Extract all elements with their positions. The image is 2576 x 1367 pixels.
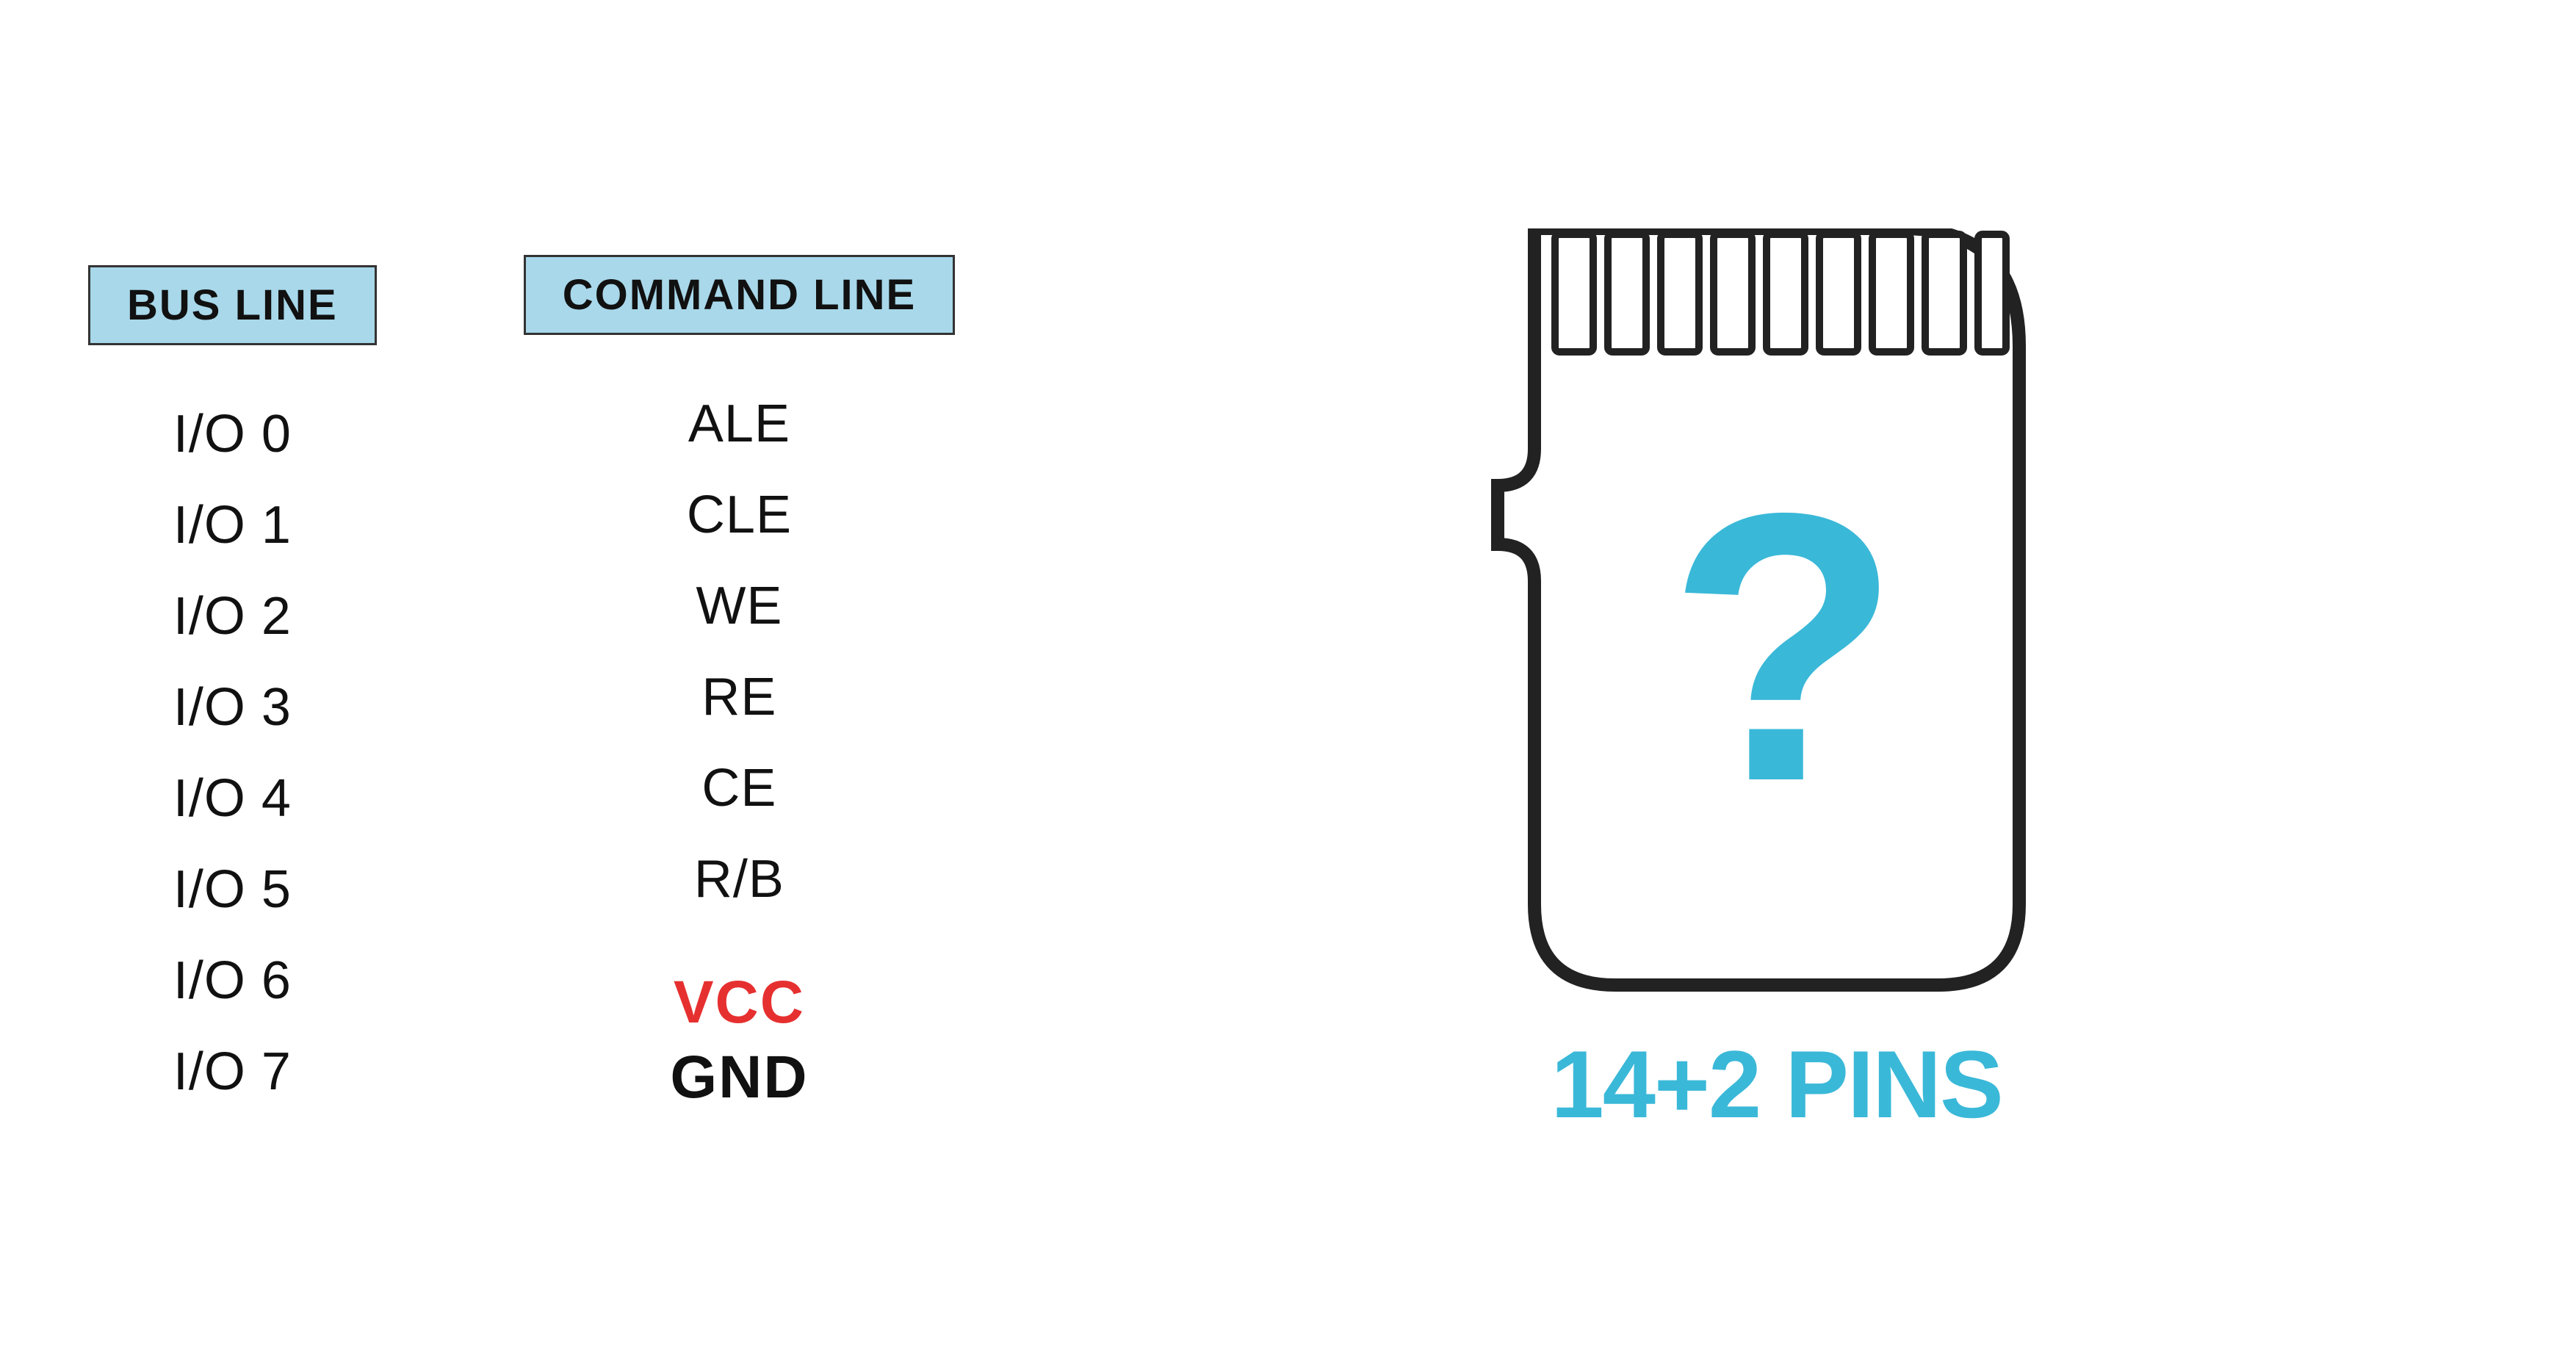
bus-line-items: I/O 0 I/O 1 I/O 2 I/O 3 I/O 4 I/O 5 I/O … — [173, 404, 292, 1102]
list-item: CLE — [687, 485, 792, 545]
list-item: I/O 6 — [173, 951, 292, 1011]
list-item: CE — [701, 758, 776, 818]
list-item: I/O 1 — [173, 495, 292, 555]
bus-line-section: BUS LINE I/O 0 I/O 1 I/O 2 I/O 3 I/O 4 I… — [88, 265, 377, 1102]
list-item: I/O 0 — [173, 404, 292, 464]
question-mark-text: ? — [1667, 434, 1901, 861]
sd-card-illustration: VCC GND ? — [1476, 228, 2078, 1000]
list-item: RE — [701, 667, 776, 727]
list-item: ALE — [688, 394, 790, 454]
page-container: BUS LINE I/O 0 I/O 1 I/O 2 I/O 3 I/O 4 I… — [0, 0, 2576, 1367]
list-item: R/B — [694, 849, 784, 909]
list-item: I/O 3 — [173, 677, 292, 737]
command-line-label: COMMAND LINE — [524, 255, 956, 335]
sd-card-svg: VCC GND ? — [1476, 228, 2078, 1000]
list-item: I/O 7 — [173, 1042, 292, 1102]
list-item: WE — [696, 576, 782, 636]
bus-line-label: BUS LINE — [88, 265, 377, 345]
pins-label: 14+2 PINS — [1551, 1029, 2002, 1139]
power-items: VCC GND — [670, 968, 808, 1112]
command-line-items: ALE CLE WE RE CE R/B — [687, 394, 792, 909]
gnd-label: GND — [670, 1043, 808, 1112]
list-item: I/O 4 — [173, 768, 292, 829]
command-line-section: COMMAND LINE ALE CLE WE RE CE R/B VCC GN… — [524, 255, 956, 1112]
vcc-label: VCC — [674, 968, 805, 1037]
list-item: I/O 5 — [173, 859, 292, 920]
card-section: VCC GND ? 14+2 PINS — [1065, 228, 2488, 1139]
list-item: I/O 2 — [173, 586, 292, 646]
